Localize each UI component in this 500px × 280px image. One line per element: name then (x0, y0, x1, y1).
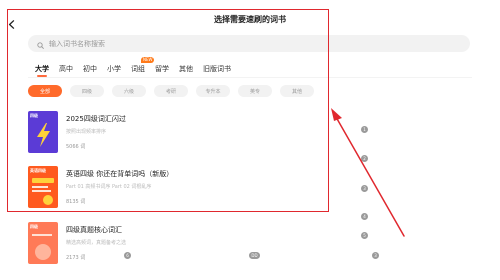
search-input[interactable]: 输入词书名称搜索 (28, 35, 470, 52)
book-title: 英语四级 你还在背单词吗（新版） (66, 170, 174, 178)
step-marker: 3 (361, 185, 368, 192)
book-cover-art-icon (32, 234, 52, 260)
header-bar: 选择需要速刷的词书 (0, 0, 500, 32)
step-marker: 2 (361, 155, 368, 162)
chip-other[interactable]: 其他 (280, 85, 314, 97)
filter-chips: 全部 四级 六级 考研 专升本 英专 其他 (28, 85, 322, 97)
book-word-count: 5066 词 (66, 144, 86, 150)
chip-cet6[interactable]: 六级 (112, 85, 146, 97)
search-placeholder: 输入词书名称搜索 (49, 39, 105, 48)
tab-cizu[interactable]: 词组 NEW (131, 57, 155, 74)
book-description: 按照出现频率排序 (66, 129, 107, 135)
page-title: 选择需要速刷的词书 (214, 15, 286, 24)
book-description: Part 01 高频书词序 Part 02 词根乱序 (66, 184, 152, 190)
chip-kaoyan[interactable]: 考研 (154, 85, 188, 97)
book-title: 2025四级词汇闪过 (66, 115, 126, 123)
category-tabs: 大学 高中 初中 小学 词组 NEW 留学 其他 旧版词书 (35, 57, 241, 77)
step-marker: DD (249, 252, 260, 259)
book-word-count: 8135 词 (66, 199, 86, 205)
book-cover: 四级 (28, 222, 58, 264)
book-description: 精选高频词，真题备考之选 (66, 240, 127, 246)
tab-chuzhong[interactable]: 初中 (83, 64, 97, 74)
new-badge: NEW (141, 57, 155, 63)
book-cover-art-icon (32, 178, 54, 205)
book-cover: 四级 (28, 111, 58, 153)
book-word-count: 2173 词 (66, 255, 86, 261)
tab-xiaoxue[interactable]: 小学 (107, 64, 121, 74)
search-icon (37, 34, 44, 53)
book-item[interactable]: 四级 四级真题核心词汇 精选高频词，真题备考之选 2173 词 (28, 222, 328, 264)
book-item[interactable]: 四级 2025四级词汇闪过 按照出现频率排序 5066 词 (28, 111, 328, 153)
chip-all[interactable]: 全部 (28, 85, 62, 97)
step-marker: 3 (372, 252, 379, 259)
chip-zhuanshengben[interactable]: 专升本 (196, 85, 230, 97)
chip-yingzhuan[interactable]: 英专 (238, 85, 272, 97)
tab-liuxue[interactable]: 留学 (155, 64, 169, 74)
step-marker: 5 (361, 232, 368, 239)
chip-cet4[interactable]: 四级 (70, 85, 104, 97)
lightning-icon (37, 123, 50, 147)
book-title: 四级真题核心词汇 (66, 226, 122, 234)
step-marker: 6 (124, 252, 131, 259)
tab-qita[interactable]: 其他 (179, 64, 193, 74)
tab-gaozhong[interactable]: 高中 (59, 64, 73, 74)
tab-jiuban[interactable]: 旧版词书 (203, 64, 231, 74)
divider (28, 77, 472, 78)
book-cover: 英语四级 (28, 166, 58, 208)
book-item[interactable]: 英语四级 英语四级 你还在背单词吗（新版） Part 01 高频书词序 Part… (28, 166, 328, 208)
step-marker: 4 (361, 213, 368, 220)
tab-daxue[interactable]: 大学 (35, 64, 49, 77)
step-marker: 1 (361, 126, 368, 133)
